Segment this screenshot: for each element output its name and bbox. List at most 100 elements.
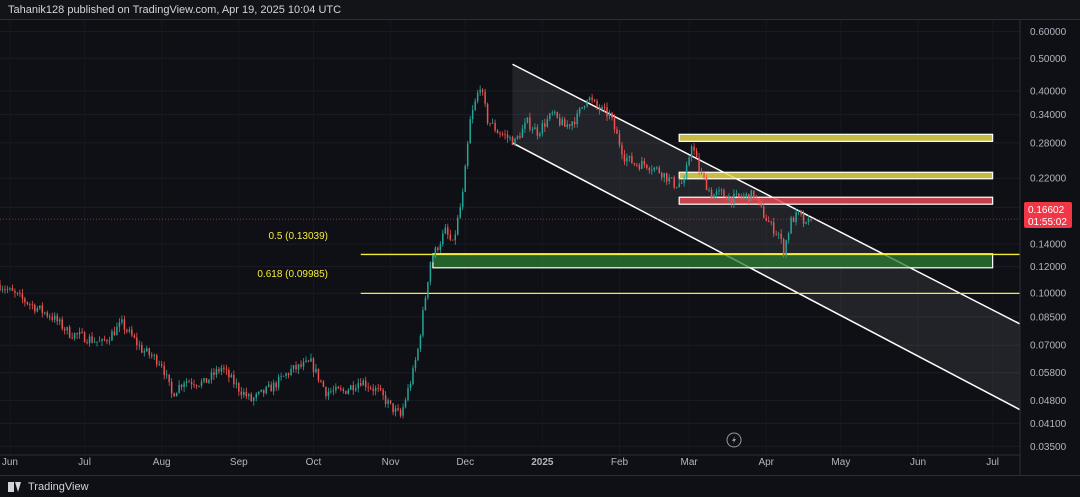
candle <box>208 379 210 385</box>
candle <box>452 239 454 241</box>
candle <box>491 118 494 124</box>
candle-body <box>389 400 392 404</box>
candle-body <box>668 177 670 182</box>
candle-body <box>583 105 586 108</box>
lightning-icon[interactable] <box>726 432 742 448</box>
candle-body <box>760 201 763 207</box>
candle-body <box>407 388 409 401</box>
candle <box>203 377 205 384</box>
candle-body <box>245 391 248 397</box>
candle <box>429 261 432 286</box>
candle-body <box>546 119 549 127</box>
candle <box>248 392 250 400</box>
candle <box>205 378 208 383</box>
candle-body <box>26 302 29 305</box>
candle-body <box>136 337 138 346</box>
x-tick-label: May <box>831 457 850 468</box>
candle <box>86 339 88 345</box>
candle <box>695 147 698 158</box>
candle <box>123 315 126 335</box>
candle-body <box>511 137 514 145</box>
candle <box>782 237 785 258</box>
candle <box>389 400 392 405</box>
candle-body <box>556 112 559 118</box>
candle <box>163 361 165 380</box>
candle-body <box>146 348 148 352</box>
candle <box>9 286 11 292</box>
candle <box>235 378 238 389</box>
candle <box>240 387 243 400</box>
candle <box>315 363 317 374</box>
candle-body <box>215 369 218 375</box>
candle-body <box>91 336 93 343</box>
candle <box>68 325 71 339</box>
candle <box>469 115 471 144</box>
candle <box>262 389 265 397</box>
candle <box>292 364 295 373</box>
candle <box>1 285 4 293</box>
candle-body <box>524 122 526 129</box>
fib-label-05: 0.5 (0.13039) <box>269 231 329 242</box>
candle <box>444 223 447 235</box>
candle-body <box>755 197 758 199</box>
green-zone <box>432 253 994 269</box>
candle-body <box>434 247 437 257</box>
candle-body <box>208 379 210 383</box>
candle-body <box>397 408 399 411</box>
candle-body <box>479 89 481 93</box>
candle-body <box>153 355 155 357</box>
candle-body <box>325 386 327 397</box>
candle <box>56 313 58 325</box>
candle-body <box>750 190 753 201</box>
candle <box>501 131 504 137</box>
candle <box>302 357 305 371</box>
candle-body <box>661 172 663 178</box>
candle-body <box>678 183 680 187</box>
candle <box>352 381 355 395</box>
candle <box>210 368 213 384</box>
x-tick-label: Apr <box>758 457 774 468</box>
y-tick-label: 0.04100 <box>1030 419 1067 430</box>
price-badge-countdown: 01:55:02 <box>1028 217 1067 228</box>
candle-body <box>417 348 419 361</box>
candle <box>49 313 51 321</box>
candle <box>19 289 21 297</box>
footer: TradingView <box>0 475 1080 497</box>
candle-body <box>653 167 656 171</box>
candle <box>355 384 357 392</box>
candle <box>0 280 1 292</box>
candle-body <box>476 92 479 102</box>
candle-body <box>357 383 359 389</box>
candle-body <box>494 122 496 131</box>
candle-body <box>106 340 108 342</box>
candle-body <box>66 327 68 331</box>
candle-body <box>489 122 491 124</box>
candle-body <box>720 190 723 191</box>
candle-body <box>772 222 775 234</box>
chart-area[interactable]: 0.60000 0.50000 0.40000 0.34000 0.28000 0.220… <box>0 20 1080 475</box>
candle <box>402 403 404 419</box>
candle-body <box>514 138 516 145</box>
candle <box>11 284 14 292</box>
y-tick-label: 0.05800 <box>1030 368 1067 379</box>
candle <box>116 322 118 336</box>
candle-body <box>265 386 267 394</box>
candle-body <box>93 341 96 343</box>
candle-body <box>131 329 133 336</box>
candle-body <box>675 186 678 188</box>
candle <box>34 303 36 315</box>
price-chart[interactable]: 0.60000 0.50000 0.40000 0.34000 0.28000 0.220… <box>0 20 1080 475</box>
candle-body <box>429 261 432 282</box>
candle-body <box>39 305 41 309</box>
candle-body <box>387 400 389 404</box>
candle-body <box>262 389 265 394</box>
candle-body <box>591 97 593 100</box>
y-tick-label: 0.14000 <box>1030 240 1067 251</box>
candle <box>215 365 218 378</box>
x-tick-label: Dec <box>456 457 474 468</box>
candle <box>213 367 215 380</box>
y-tick-label: 0.03500 <box>1030 442 1067 453</box>
candle <box>342 387 345 394</box>
candle-body <box>519 136 521 138</box>
candle <box>76 332 78 340</box>
